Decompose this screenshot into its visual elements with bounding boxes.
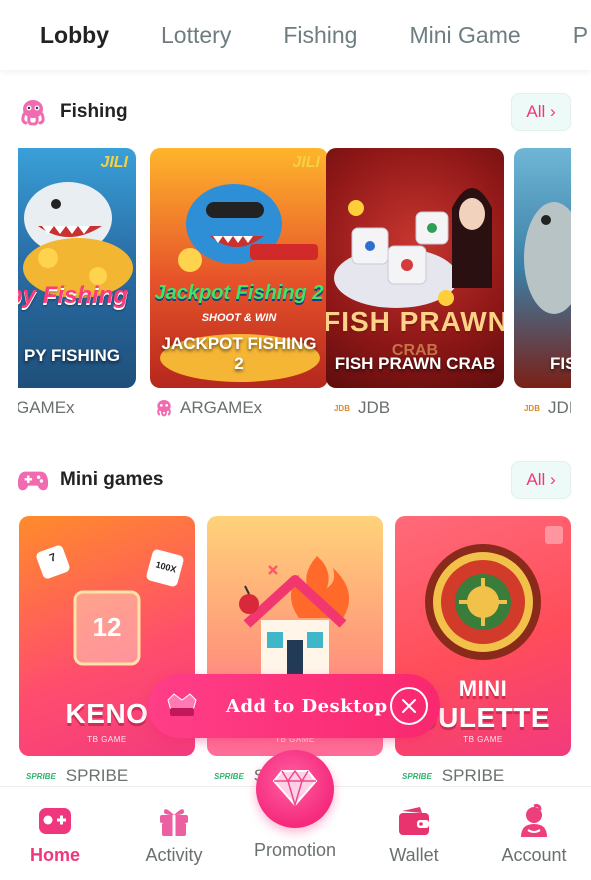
nav-home[interactable]: Home [0,787,114,880]
jdb-logo-icon: JDB [523,403,540,413]
fishing-section-header: Fishing All › [18,92,571,132]
keno-number: 12 [92,612,122,642]
game-name: PY FISHING [23,346,120,365]
tab-lobby[interactable]: Lobby [40,15,109,52]
nav-activity[interactable]: Activity [115,787,233,880]
user-icon [516,803,552,839]
jili-logo: JILI [100,154,128,171]
tab-more[interactable]: P [573,22,588,49]
gamepad-icon [37,803,73,839]
nav-promotion-label: Promotion [253,840,337,860]
game-name: FISH PRAWN CRAB [334,354,496,373]
game-art-title: Jackpot Fishing 2 [154,282,324,304]
wallet-icon [396,803,432,839]
app-logo-icon [162,686,202,726]
provider-label: ARGAMEx [154,398,262,418]
game-card-jackpot-fishing-2[interactable]: Jackpot Fishing 2 SHOOT & WIN JILI JACKP… [150,148,328,388]
add-to-desktop-label: Add to Desktop [226,695,388,717]
section-title: Fishing [60,101,128,122]
close-icon[interactable] [390,687,428,725]
diamond-icon [272,767,318,812]
provider-label: JDB JDI [523,398,571,417]
game-card-happy-fishing[interactable]: ppy Fishing JILI PY FISHING [18,148,136,388]
tab-fishing[interactable]: Fishing [283,22,357,49]
jdb-logo-icon: JDB [333,403,350,413]
nav-promotion[interactable] [256,750,334,828]
game-card-fish-prawn-crab[interactable]: FISH PRAWN CRAB FISH PRAWN CRAB [326,148,504,388]
octopus-icon [154,398,174,418]
add-to-desktop-banner[interactable]: Add to Desktop [148,674,440,738]
fishing-game-row: ppy Fishing JILI PY FISHING Jackpot Fish… [18,148,571,428]
game-art-title: FISH PRAWN [326,306,504,337]
provider-label: JDB JDB [333,398,391,417]
game-name: FIS [550,354,571,373]
mini-games-section-header: Mini games All › [18,460,571,500]
spribe-logo-icon: SPRIBE [402,771,432,781]
spribe-logo-icon: SPRIBE [214,771,244,781]
game-art-title: ppy Fishing [18,282,128,309]
mini-games-all-button[interactable]: All › [511,461,571,499]
provider-label: GAMEx [18,398,75,417]
gamepad-icon [18,465,48,495]
section-title: Mini games [60,469,164,490]
gift-icon [156,803,192,839]
game-name: JACKPOT FISHING 2 [161,334,317,373]
game-art-subtitle: SHOOT & WIN [201,312,277,324]
game-studio: TB GAME [463,735,503,744]
jili-logo: JILI [292,154,320,171]
game-studio: TB GAME [87,735,127,744]
fish-art [524,202,571,314]
game-card-fishing-4[interactable]: FIS [514,148,571,388]
octopus-icon [18,97,48,127]
provider-label: SPRIBE SPRIBE [26,766,129,785]
tab-mini-game[interactable]: Mini Game [409,22,520,49]
top-category-tabs: Lobby Lottery Fishing Mini Game P [0,0,591,70]
tab-lottery[interactable]: Lottery [161,22,231,49]
nav-account[interactable]: Account [475,787,591,880]
provider-label: SPRIBE SPRIBE [402,766,505,785]
fishing-all-button[interactable]: All › [511,93,571,131]
nav-wallet[interactable]: Wallet [355,787,473,880]
spribe-logo-icon: SPRIBE [26,771,56,781]
